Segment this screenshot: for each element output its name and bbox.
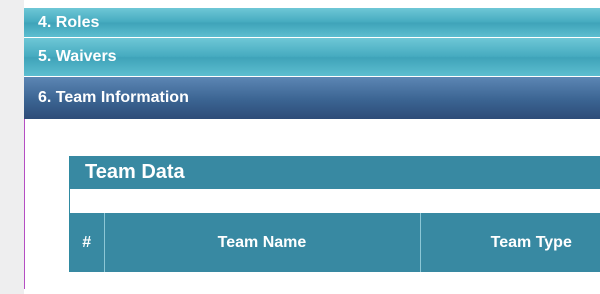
accordion-header-roles[interactable]: 4. Roles xyxy=(24,8,600,38)
registration-accordion: 4. Roles 5. Waivers 6. Team Information … xyxy=(24,8,600,289)
team-data-panel: Team Data # Team Name Team Type xyxy=(69,156,600,272)
left-gutter xyxy=(0,0,24,294)
column-header-number[interactable]: # xyxy=(70,213,104,272)
team-information-body: Team Data # Team Name Team Type xyxy=(24,119,600,289)
column-header-team-type[interactable]: Team Type xyxy=(419,213,600,272)
accordion-header-label: 6. Team Information xyxy=(38,89,189,106)
accordion-header-label: 4. Roles xyxy=(38,13,100,31)
panel-title: Team Data xyxy=(70,156,600,189)
table-header-row: # Team Name Team Type xyxy=(70,213,600,272)
panel-title-text: Team Data xyxy=(85,161,185,183)
panel-spacer xyxy=(70,189,600,213)
page: 4. Roles 5. Waivers 6. Team Information … xyxy=(0,0,600,294)
accordion-header-label: 5. Waivers xyxy=(38,48,117,65)
accordion-header-waivers[interactable]: 5. Waivers xyxy=(24,38,600,77)
accordion-header-team-information[interactable]: 6. Team Information xyxy=(24,77,600,119)
column-header-team-name[interactable]: Team Name xyxy=(103,213,420,272)
team-table: # Team Name Team Type xyxy=(70,213,600,272)
